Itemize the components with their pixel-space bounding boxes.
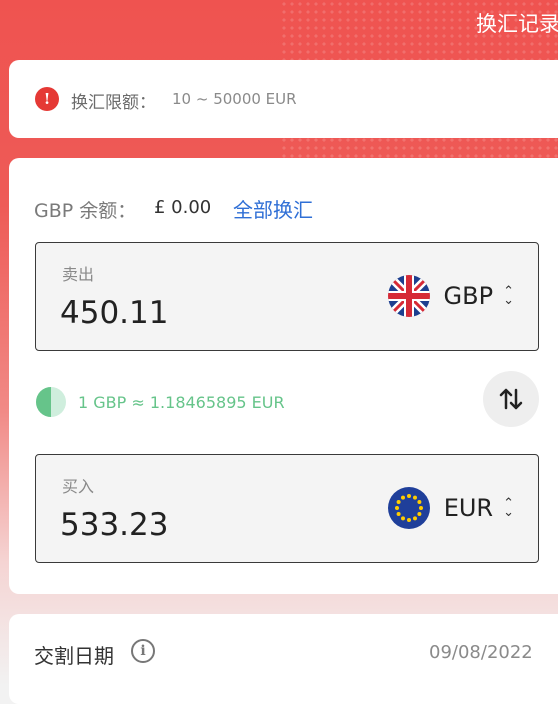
buy-field: 买入 EUR ⌃⌄ [35, 454, 539, 563]
sell-currency-code: GBP [443, 282, 494, 310]
exchange-records-link[interactable]: 换汇记录 [476, 8, 558, 38]
buy-amount-input[interactable] [60, 507, 340, 543]
info-icon: ! [35, 87, 59, 111]
settlement-date-value[interactable]: 09/08/2022 [429, 642, 533, 663]
info-circle-icon[interactable]: i [131, 639, 155, 663]
buy-currency-select[interactable]: EUR ⌃ ⌄ [387, 485, 514, 531]
balance-value: £ 0.00 [154, 197, 212, 218]
rate-text: 1 GBP ≈ 1.18465895 EUR [78, 392, 285, 412]
sell-field: 卖出 GBP ⌃⌄ [35, 242, 539, 351]
balance-label: GBP 余额： [34, 200, 137, 222]
chevron-updown-icon: ⌃ ⌄ [503, 284, 514, 308]
limit-value: 10 ~ 50000 EUR [172, 90, 297, 108]
chevron-updown-icon: ⌃ ⌄ [503, 496, 514, 520]
buy-label: 买入 [62, 477, 95, 496]
settlement-date-card: 交割日期 i 09/08/2022 [9, 614, 558, 704]
sell-amount-input[interactable] [60, 295, 340, 331]
rate-timer-icon [36, 387, 66, 417]
convert-all-button[interactable]: 全部换汇 [233, 194, 313, 223]
buy-currency-code: EUR [443, 494, 494, 522]
eu-flag-icon [387, 487, 430, 529]
settlement-date-label: 交割日期 [34, 644, 114, 668]
swap-arrows-icon [499, 388, 523, 410]
limit-label: 换汇限额： [71, 93, 156, 113]
sell-currency-select[interactable]: GBP ⌃ ⌄ [387, 273, 514, 319]
uk-flag-icon [387, 275, 430, 317]
rate-row: 1 GBP ≈ 1.18465895 EUR [35, 386, 285, 418]
sell-label: 卖出 [62, 265, 95, 284]
limit-card: ! 换汇限额： 10 ~ 50000 EUR [9, 60, 558, 138]
swap-button[interactable] [483, 371, 539, 427]
exchange-card: GBP 余额： £ 0.00 全部换汇 卖出 GBP ⌃⌄ [9, 158, 558, 594]
